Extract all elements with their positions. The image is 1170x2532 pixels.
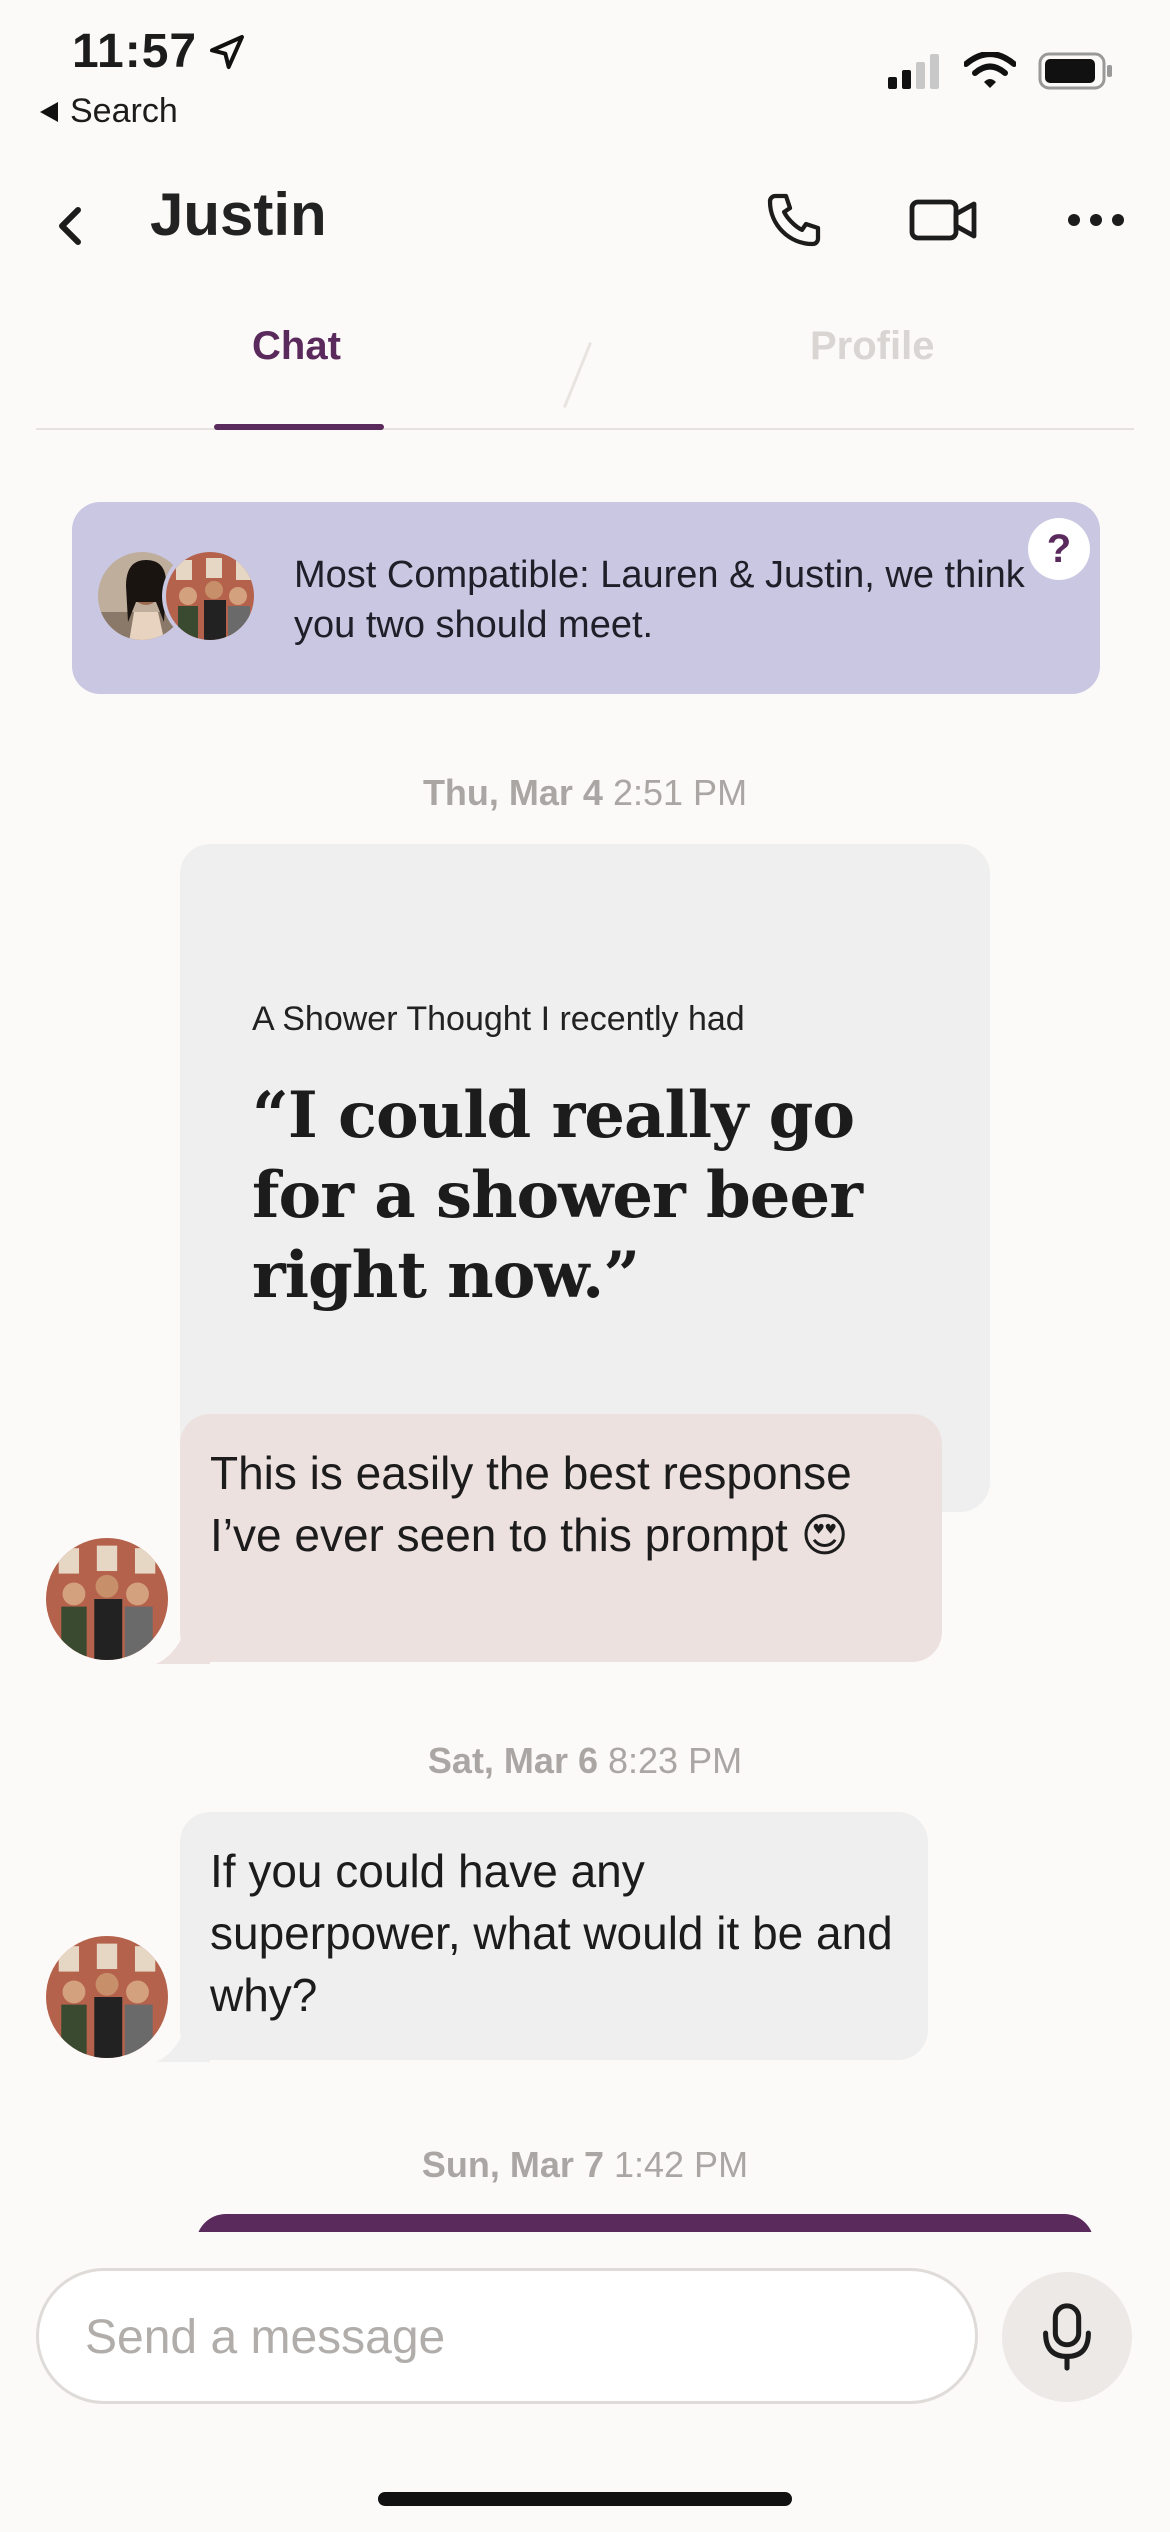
banner-text: Most Compatible: Lauren & Justin, we thi… bbox=[294, 554, 1025, 646]
help-button[interactable]: ? bbox=[1028, 518, 1090, 580]
voice-message-button[interactable] bbox=[1002, 2272, 1132, 2402]
battery-icon bbox=[1038, 52, 1112, 90]
chat-header: Justin bbox=[0, 160, 1170, 290]
message-input-wrapper bbox=[36, 2268, 978, 2404]
back-chevron-icon[interactable] bbox=[44, 196, 94, 256]
status-back-link[interactable]: Search bbox=[38, 92, 178, 131]
status-time: 11:57 bbox=[72, 24, 247, 79]
page-title: Justin bbox=[150, 181, 327, 248]
most-compatible-banner[interactable]: Most Compatible: Lauren & Justin, we thi… bbox=[72, 502, 1100, 694]
clock: 11:57 bbox=[72, 25, 198, 78]
back-triangle-icon bbox=[40, 101, 58, 122]
call-button[interactable] bbox=[754, 180, 834, 260]
phone-icon bbox=[767, 193, 821, 247]
timestamp-time: 1:42 PM bbox=[613, 2144, 749, 2185]
prompt-question: A Shower Thought I recently had bbox=[252, 1000, 745, 1038]
message-input[interactable] bbox=[85, 2301, 925, 2373]
timestamp: Sun, Mar 7 1:42 PM bbox=[0, 2144, 1170, 2186]
more-options-button[interactable] bbox=[1056, 180, 1136, 260]
signal-icon bbox=[888, 54, 939, 89]
tab-bar: Chat Profile bbox=[36, 300, 1134, 430]
prompt-card[interactable]: A Shower Thought I recently had “I could… bbox=[180, 844, 990, 1512]
more-dots-icon bbox=[1068, 214, 1124, 226]
home-indicator[interactable] bbox=[378, 2492, 792, 2506]
timestamp-time: 8:23 PM bbox=[608, 1740, 743, 1781]
timestamp-day: Sun, Mar 7 bbox=[421, 2144, 604, 2185]
tab-profile[interactable]: Profile bbox=[810, 324, 934, 369]
message-bubble-reply[interactable]: This is easily the best response I’ve ev… bbox=[180, 1414, 942, 1662]
active-tab-indicator bbox=[214, 424, 384, 430]
microphone-icon bbox=[1043, 2303, 1091, 2371]
timestamp-day: Sat, Mar 6 bbox=[427, 1740, 598, 1781]
prompt-answer: “I could really go for a shower beer rig… bbox=[252, 1078, 863, 1313]
avatar[interactable] bbox=[46, 1936, 168, 2058]
video-camera-icon bbox=[909, 199, 977, 241]
video-call-button[interactable] bbox=[904, 180, 984, 260]
tab-divider bbox=[562, 341, 593, 409]
wifi-icon bbox=[964, 52, 1016, 88]
timestamp-day: Thu, Mar 4 bbox=[422, 772, 603, 813]
avatar-justin bbox=[162, 548, 258, 644]
timestamp: Thu, Mar 4 2:51 PM bbox=[0, 772, 1170, 814]
avatar[interactable] bbox=[46, 1538, 168, 1660]
status-indicators bbox=[886, 52, 1114, 90]
timestamp-time: 2:51 PM bbox=[612, 772, 748, 813]
tab-chat[interactable]: Chat bbox=[252, 324, 341, 369]
message-bubble[interactable]: If you could have any superpower, what w… bbox=[180, 1812, 928, 2060]
location-arrow-icon bbox=[210, 34, 245, 69]
status-back-label: Search bbox=[70, 92, 178, 130]
timestamp: Sat, Mar 6 8:23 PM bbox=[0, 1740, 1170, 1782]
